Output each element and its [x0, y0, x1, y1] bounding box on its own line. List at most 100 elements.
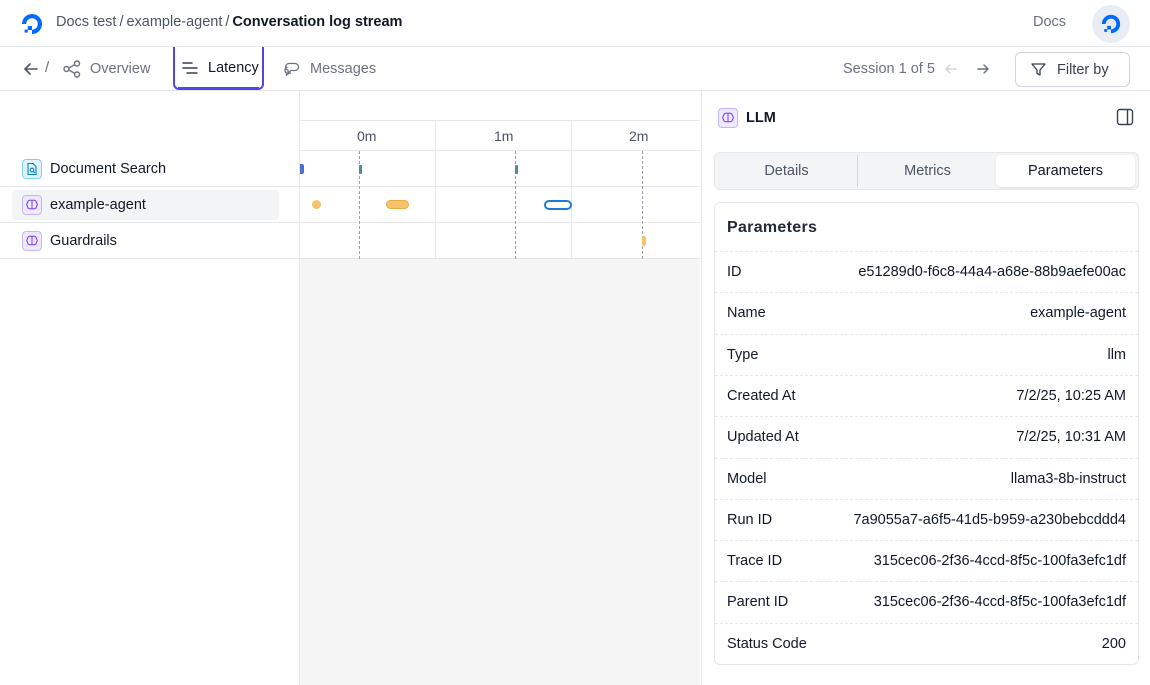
span-bar[interactable] [359, 165, 362, 174]
tab-messages-label: Messages [310, 61, 377, 77]
parameter-row: Type llm [715, 333, 1138, 375]
span-bar[interactable] [515, 165, 518, 174]
docs-link[interactable]: Docs [1033, 14, 1066, 30]
span-bar[interactable] [386, 200, 409, 209]
span-bar[interactable] [300, 164, 304, 174]
timeline-row [300, 223, 700, 259]
span-details-panel: LLM Details Metrics Parameters Parameter… [701, 91, 1150, 685]
parameter-value: 315cec06-2f36-4ccd-8f5c-100fa3efc1df [873, 553, 1126, 570]
tab-overview-label: Overview [90, 61, 151, 77]
parameter-row: Status Code 200 [715, 622, 1138, 664]
grid-line [435, 121, 436, 259]
panel-tabs: Details Metrics Parameters [714, 152, 1139, 190]
span-item[interactable]: Document Search [12, 154, 279, 184]
span-bar[interactable] [312, 200, 321, 209]
parameter-key: Status Code [727, 635, 807, 652]
arrow-left-icon[interactable] [22, 60, 40, 78]
latency-bars-icon [182, 61, 198, 74]
tick-label: 1m [494, 128, 514, 144]
tab-latency[interactable]: Latency [173, 47, 264, 90]
span-name: example-agent [50, 197, 146, 213]
filter-button-label: Filter by [1057, 61, 1109, 78]
parameter-key: Trace ID [727, 553, 783, 570]
panel-title: LLM [718, 108, 776, 128]
timeline-header [300, 91, 700, 121]
graph-nodes-icon [63, 60, 81, 78]
breadcrumb-current: Conversation log stream [232, 14, 403, 30]
span-name: Guardrails [50, 233, 117, 249]
tab-overview[interactable]: Overview [62, 47, 150, 91]
timeline-row [300, 187, 700, 223]
parameter-value: 200 [1101, 635, 1126, 652]
brain-icon [22, 195, 42, 215]
digitalocean-logo-icon[interactable] [20, 12, 44, 36]
parameter-key: Created At [727, 387, 796, 404]
tab-metrics[interactable]: Metrics [858, 155, 997, 187]
span-row-example-agent[interactable]: example-agent [0, 187, 299, 223]
filter-button[interactable]: Filter by [1015, 52, 1130, 87]
parameter-value: llm [1107, 346, 1126, 363]
parameter-value: llama3-8b-instruct [1010, 470, 1126, 487]
grid-line [571, 121, 572, 259]
document-search-icon [22, 159, 42, 179]
parameter-row: Name example-agent [715, 292, 1138, 333]
parameter-key: ID [727, 264, 742, 280]
next-session-icon[interactable] [975, 61, 991, 77]
tab-details[interactable]: Details [717, 155, 856, 187]
parameter-row: Created At 7/2/25, 10:25 AM [715, 374, 1138, 416]
breadcrumb-item-agent[interactable]: example-agent [126, 14, 222, 30]
top-bar: Docs test / example-agent / Conversation log… [0, 0, 1150, 47]
parameter-row: Trace ID 315cec06-2f36-4ccd-8f5c-100fa3ef… [715, 540, 1138, 581]
breadcrumb: Docs test / example-agent / Conversation log… [56, 14, 402, 30]
latency-timeline: 0m 1m 2m [300, 91, 700, 685]
parameter-value: 7/2/25, 10:31 AM [1016, 429, 1126, 446]
digitalocean-avatar-icon [1101, 14, 1121, 34]
parameter-key: Parent ID [727, 594, 789, 611]
tab-messages[interactable]: Messages [282, 47, 376, 91]
breadcrumb-item-project[interactable]: Docs test [56, 14, 116, 30]
span-row-guardrails[interactable]: Guardrails [0, 223, 299, 259]
parameter-key: Type [727, 346, 759, 363]
filter-funnel-icon [1031, 63, 1046, 76]
collapse-panel-icon[interactable] [1116, 108, 1134, 126]
parameter-value: 315cec06-2f36-4ccd-8f5c-100fa3efc1df [873, 594, 1126, 611]
parameter-key: Updated At [727, 429, 799, 446]
tab-latency-label: Latency [208, 59, 259, 76]
breadcrumb-separator: / [225, 14, 230, 30]
parameter-key: Model [727, 470, 767, 487]
session-counter: Session 1 of 5 [843, 61, 935, 77]
brain-icon [22, 231, 42, 251]
span-bar-selected[interactable] [544, 200, 572, 210]
chat-bubbles-icon [284, 62, 300, 77]
parameter-row: ID e51289d0-f6c8-44a4-a68e-88b9aefe00ac [715, 251, 1138, 292]
tab-separator: / [45, 59, 50, 76]
parameter-value: 7/2/25, 10:25 AM [1016, 387, 1126, 404]
parameter-value: example-agent [1030, 305, 1126, 322]
tab-parameters[interactable]: Parameters [996, 155, 1135, 187]
parameter-value: 7a9055a7-a6f5-41d5-b959-a230bebcddd4 [853, 511, 1126, 528]
span-bar[interactable] [642, 236, 646, 246]
span-name: Document Search [50, 161, 167, 177]
parameter-key: Run ID [727, 511, 773, 528]
avatar[interactable] [1092, 5, 1130, 43]
tab-bar: / Overview Latency Messages Session 1 of… [0, 47, 1150, 91]
previous-session-icon[interactable] [943, 61, 959, 77]
parameters-heading: Parameters [727, 219, 818, 236]
timeline-axis: 0m 1m 2m [300, 121, 700, 151]
span-list: Document Search example-agent Guardrails [0, 91, 300, 685]
span-row-document-search[interactable]: Document Search [0, 151, 299, 187]
tick-label: 0m [357, 128, 377, 144]
span-item-selected[interactable]: example-agent [12, 190, 279, 220]
span-item[interactable]: Guardrails [12, 226, 279, 256]
parameter-row: Model llama3-8b-instruct [715, 457, 1138, 499]
parameters-card: Parameters ID e51289d0-f6c8-44a4-a68e-88b… [714, 202, 1139, 665]
parameter-row: Parent ID 315cec06-2f36-4ccd-8f5c-100fa3e… [715, 581, 1138, 622]
brain-icon [718, 108, 738, 128]
parameter-key: Name [727, 305, 766, 322]
panel-title-label: LLM [746, 110, 776, 126]
parameter-row: Run ID 7a9055a7-a6f5-41d5-b959-a230bebcdd… [715, 498, 1138, 540]
parameter-value: e51289d0-f6c8-44a4-a68e-88b9aefe00ac [858, 264, 1126, 280]
breadcrumb-separator: / [119, 14, 124, 30]
parameter-row: Updated At 7/2/25, 10:31 AM [715, 416, 1138, 457]
tick-label: 2m [629, 128, 649, 144]
